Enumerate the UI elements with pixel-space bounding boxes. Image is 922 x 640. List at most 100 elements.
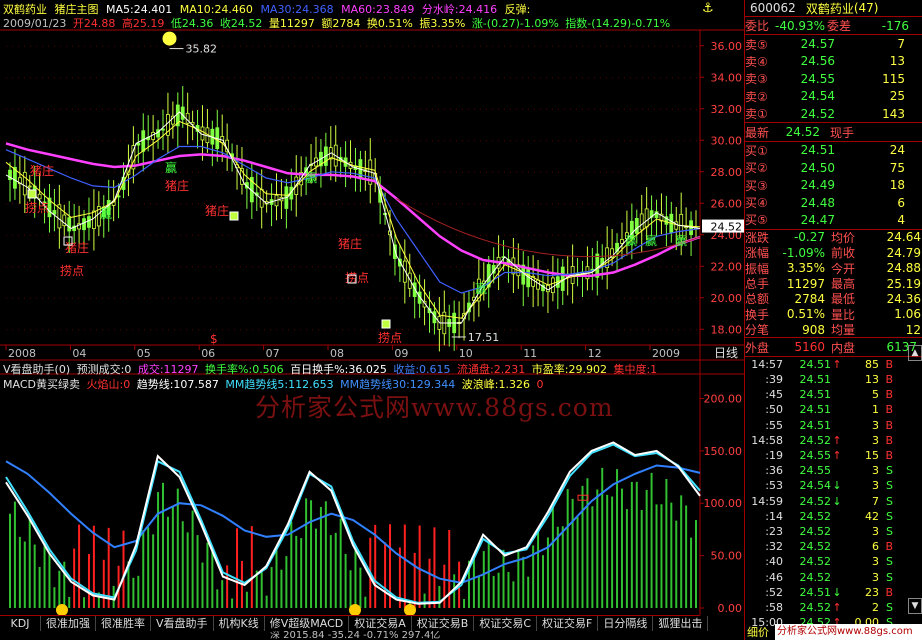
- gridline-dot: [684, 171, 685, 173]
- gridline-dot: [240, 108, 241, 110]
- gridline-dot: [408, 266, 409, 268]
- gridline-dot: [678, 140, 679, 142]
- stat-value: 11297: [786, 276, 825, 291]
- gridline-dot: [270, 266, 271, 268]
- gridline-dot: [318, 203, 319, 205]
- tab-huli[interactable]: 狐狸出击: [653, 616, 709, 631]
- gridline-dot: [492, 108, 493, 110]
- gridline-dot: [84, 77, 85, 79]
- gridline-dot: [300, 77, 301, 79]
- scroll-down-button[interactable]: ▼: [908, 598, 922, 614]
- gridline-dot: [186, 77, 187, 79]
- gridline-dot: [84, 329, 85, 331]
- bottom-left-label[interactable]: 细价: [747, 624, 769, 640]
- tick-side: B: [885, 585, 893, 599]
- gridline-dot: [168, 297, 169, 299]
- gridline-dot: [42, 108, 43, 110]
- gridline-dot: [144, 171, 145, 173]
- gridline-dot: [294, 77, 295, 79]
- gridline-dot: [192, 171, 193, 173]
- chart-pane[interactable]: 双鹤药业 猪庄主图 MA5:24.401 MA10:24.460 MA30:24…: [0, 0, 744, 640]
- gridline-dot: [654, 140, 655, 142]
- gridline-dot: [672, 45, 673, 47]
- gridline-dot: [426, 329, 427, 331]
- period-label: 日线: [714, 346, 738, 360]
- gridline-dot: [252, 140, 253, 142]
- waipan-row: 外盘 5160 内盘 6137: [745, 338, 922, 357]
- gridline-dot: [216, 329, 217, 331]
- gridline-dot: [630, 203, 631, 205]
- tab-jigou-kline[interactable]: 机构K线: [214, 616, 265, 631]
- gridline-dot: [264, 108, 265, 110]
- gridline-dot: [312, 140, 313, 142]
- tab-quanzheng-a[interactable]: 权证交易A: [349, 616, 412, 631]
- tab-henzhun-jiaqiang[interactable]: 很准加强: [41, 616, 96, 631]
- weicha-value: -176: [881, 18, 909, 33]
- gridline-dot: [636, 77, 637, 79]
- tab-quanzheng-c[interactable]: 权证交易C: [474, 616, 538, 631]
- gridline-dot: [546, 171, 547, 173]
- gridline-dot: [588, 45, 589, 47]
- gridline-dot: [66, 297, 67, 299]
- tab-v-kanpan[interactable]: V看盘助手: [151, 616, 214, 631]
- quote-page: (47): [853, 1, 879, 15]
- gridline-dot: [558, 171, 559, 173]
- gridline-dot: [246, 297, 247, 299]
- gridline-dot: [606, 77, 607, 79]
- gridline-dot: [258, 329, 259, 331]
- gridline-dot: [414, 140, 415, 142]
- gridline-dot: [30, 140, 31, 142]
- gridline-dot: [150, 108, 151, 110]
- gridline-dot: [534, 203, 535, 205]
- gridline-dot: [192, 77, 193, 79]
- tab-super-macd[interactable]: 修V超级MACD: [265, 616, 350, 631]
- gridline-dot: [258, 297, 259, 299]
- tab-quanzheng-b[interactable]: 权证交易B: [412, 616, 475, 631]
- gridline-dot: [456, 297, 457, 299]
- price-chart[interactable]: 36.0034.0032.0030.0028.0026.0024.0022.00…: [0, 0, 744, 640]
- stat-value: 24.88: [886, 261, 921, 276]
- gridline-dot: [666, 329, 667, 331]
- stat-row: 振幅 3.35% 今开 24.88: [745, 260, 922, 276]
- gridline-dot: [102, 108, 103, 110]
- scroll-up-button[interactable]: ▲: [908, 345, 922, 361]
- gridline-dot: [534, 108, 535, 110]
- gridline-dot: [84, 171, 85, 173]
- gridline-dot: [264, 140, 265, 142]
- gridline-dot: [138, 297, 139, 299]
- tick-side: B: [885, 418, 893, 432]
- gridline-dot: [150, 297, 151, 299]
- tab-quanzheng-f[interactable]: 权证交易F: [537, 616, 599, 631]
- gridline-dot: [174, 329, 175, 331]
- gridline-dot: [396, 140, 397, 142]
- tab-henzhun-shenglv[interactable]: 很准胜率: [96, 616, 151, 631]
- gridline-dot: [690, 45, 691, 47]
- tick-list[interactable]: 14:57 24.51 ↑ 85 B:39 24.51 13 B:45 24.51 5 B:50 24…: [745, 357, 922, 630]
- gridline-dot: [678, 45, 679, 47]
- tab-kdj[interactable]: KDJ: [0, 616, 41, 631]
- gridline-dot: [234, 329, 235, 331]
- gridline-dot: [12, 297, 13, 299]
- gridline-dot: [468, 108, 469, 110]
- gridline-dot: [402, 77, 403, 79]
- tab-rifenge[interactable]: 日分隔线: [598, 616, 654, 631]
- gridline-dot: [378, 77, 379, 79]
- gridline-dot: [96, 77, 97, 79]
- gridline-dot: [12, 329, 13, 331]
- gridline-dot: [66, 329, 67, 331]
- gridline-dot: [450, 140, 451, 142]
- gridline-dot: [30, 266, 31, 268]
- gridline-dot: [648, 140, 649, 142]
- gridline-dot: [642, 77, 643, 79]
- gridline-dot: [384, 77, 385, 79]
- huanshou-value: 换手率%:0.506: [205, 363, 284, 376]
- gridline-dot: [54, 266, 55, 268]
- gridline-dot: [654, 297, 655, 299]
- gridline-dot: [678, 171, 679, 173]
- sub-y-tick-label: 0.00: [718, 602, 743, 615]
- tick-side: B: [885, 357, 893, 371]
- gridline-dot: [276, 234, 277, 236]
- gridline-dot: [366, 297, 367, 299]
- tick-side: S: [886, 479, 893, 493]
- gridline-dot: [444, 203, 445, 205]
